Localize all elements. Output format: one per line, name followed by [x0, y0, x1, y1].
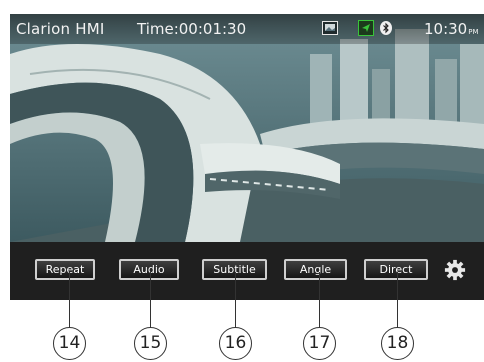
direct-button[interactable]: Direct: [364, 259, 428, 280]
navigation-icon[interactable]: [358, 20, 374, 36]
app-title: Clarion HMI: [16, 20, 105, 38]
callout-17: 17: [303, 327, 336, 360]
clock: 10:30PM: [424, 20, 479, 38]
clock-ampm: PM: [468, 28, 479, 36]
callout-18: 18: [381, 327, 414, 360]
audio-button[interactable]: Audio: [119, 259, 179, 280]
callout-leader-17: [319, 272, 320, 328]
playback-control-bar: Repeat Audio Subtitle Angle Direct: [10, 242, 484, 300]
dvd-player-screen: Clarion HMI Time:00:01:30 10:30PM Repeat…: [10, 14, 484, 300]
callout-15: 15: [134, 327, 167, 360]
gear-icon[interactable]: [444, 259, 466, 281]
bluetooth-icon: [380, 21, 392, 35]
callout-leader-15: [150, 272, 151, 328]
repeat-button[interactable]: Repeat: [35, 259, 95, 280]
callout-14: 14: [53, 327, 86, 360]
angle-button[interactable]: Angle: [284, 259, 347, 280]
photo-icon[interactable]: [322, 21, 338, 35]
video-playback-area[interactable]: [10, 14, 484, 242]
clock-time: 10:30: [424, 20, 468, 38]
playback-time: Time:00:01:30: [137, 20, 247, 38]
callout-leader-18: [397, 272, 398, 328]
callout-16: 16: [219, 327, 252, 360]
callout-leader-14: [69, 272, 70, 328]
callout-leader-16: [235, 272, 236, 328]
status-bar: Clarion HMI Time:00:01:30 10:30PM: [10, 14, 484, 44]
